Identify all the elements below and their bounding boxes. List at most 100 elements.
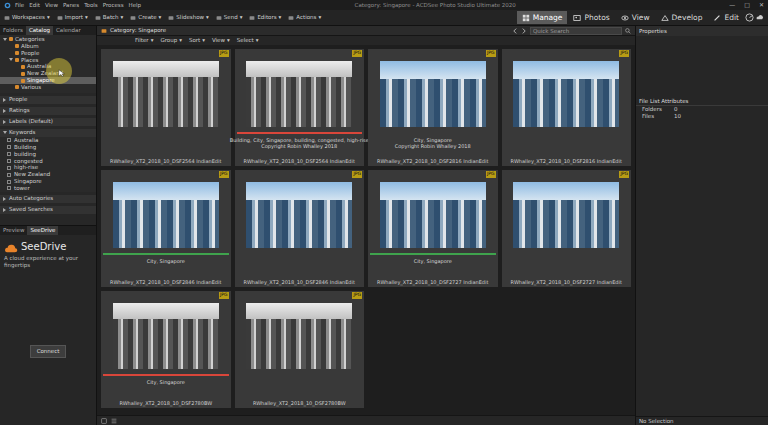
- tree-label: Categories: [15, 36, 45, 43]
- toolbar-button[interactable]: Import▾: [57, 14, 88, 21]
- browser-status-bar: [97, 415, 635, 425]
- filter-button[interactable]: Filter▾: [135, 37, 153, 44]
- close-button[interactable]: ✕: [759, 1, 764, 9]
- menu-item[interactable]: View: [45, 2, 58, 9]
- filter-button[interactable]: Select▾: [237, 37, 259, 44]
- keyword-checkbox[interactable]: [7, 186, 11, 190]
- tree-item[interactable]: Places: [0, 57, 96, 64]
- keyword-checkbox[interactable]: [7, 159, 11, 163]
- tree-item[interactable]: People: [0, 50, 96, 57]
- menu-item[interactable]: Process: [103, 2, 124, 9]
- expander[interactable]: [2, 130, 7, 135]
- thumbnail[interactable]: JPGCity, SingaporeCopyright Robin Whalle…: [368, 49, 498, 166]
- tree-item[interactable]: New Zealand: [0, 70, 96, 77]
- thumbnail[interactable]: JPGRWhalley_XT2_2018_10_DSF2816 IndianEd…: [502, 49, 632, 166]
- thumbnail[interactable]: JPGCity, SingaporeRWhalley_XT2_2018_10_D…: [101, 291, 231, 408]
- file-name: RWhalley_XT2_2018_10_DSF2846 IndianEdit: [110, 279, 221, 285]
- toolbar-button[interactable]: Slideshow▾: [168, 14, 208, 21]
- expander[interactable]: [2, 119, 7, 124]
- section-header[interactable]: Saved Searches: [0, 206, 96, 214]
- menu-item[interactable]: Help: [129, 2, 142, 9]
- expander[interactable]: [2, 196, 7, 201]
- tree-item[interactable]: Australia: [0, 63, 96, 70]
- expander[interactable]: [2, 108, 7, 113]
- keyword-item[interactable]: congested: [0, 158, 96, 165]
- mode-tab[interactable]: View: [616, 11, 655, 24]
- section-header[interactable]: Auto Categories: [0, 195, 96, 203]
- keyword-item[interactable]: Australia: [0, 137, 96, 144]
- menu-item[interactable]: Edit: [29, 2, 40, 9]
- thumbnail[interactable]: JPGCity, SingaporeRWhalley_XT2_2018_10_D…: [101, 170, 231, 287]
- toolbar-button[interactable]: Create▾: [130, 14, 161, 21]
- maximize-button[interactable]: □: [744, 1, 750, 9]
- keyword-item[interactable]: Building: [0, 144, 96, 151]
- menu-item[interactable]: Panes: [63, 2, 79, 9]
- file-type-badge: JPG: [352, 171, 362, 178]
- thumbnail[interactable]: JPGRWhalley_XT2_2018_10_DSF2780BW: [235, 291, 365, 408]
- toolbar-button[interactable]: Workspaces▾: [4, 14, 50, 21]
- file-name: RWhalley_XT2_2018_10_DSF2816 IndianEdit: [377, 158, 488, 164]
- tree-label: Various: [21, 84, 41, 91]
- keyword-checkbox[interactable]: [7, 152, 11, 156]
- keyword-checkbox[interactable]: [7, 138, 11, 142]
- section-header[interactable]: Labels (Default): [0, 118, 96, 126]
- pane-tab[interactable]: Catalog: [26, 26, 53, 35]
- expander[interactable]: [2, 207, 7, 212]
- expander[interactable]: [8, 57, 13, 62]
- keyword-item[interactable]: tower: [0, 185, 96, 192]
- section-header[interactable]: File List Attributes: [636, 98, 768, 106]
- toolbar-button[interactable]: Actions▾: [288, 14, 321, 21]
- tree-item[interactable]: Categories: [0, 36, 96, 43]
- pane-tab[interactable]: SeeDrive: [27, 226, 58, 235]
- quick-search-field[interactable]: [530, 27, 622, 35]
- filter-button[interactable]: Group▾: [160, 37, 182, 44]
- thumbnail[interactable]: JPGRWhalley_XT2_2018_10_DSF2846 IndianEd…: [235, 170, 365, 287]
- seedrive-panel: SeeDriveA cloud experience at your finge…: [0, 235, 96, 364]
- keyword-checkbox[interactable]: [7, 173, 11, 177]
- thumbnail[interactable]: JPGRWhalley_XT2_2018_10_DSF2727 IndianEd…: [502, 170, 632, 287]
- mode-tab[interactable]: Photos: [568, 11, 614, 24]
- section-header[interactable]: Keywords: [0, 129, 96, 137]
- tree-item[interactable]: Album: [0, 43, 96, 50]
- filter-button[interactable]: Sort▾: [189, 37, 205, 44]
- expander[interactable]: [14, 71, 19, 76]
- thumbnail[interactable]: JPGRWhalley_XT2_2018_10_DSF2564 IndianEd…: [101, 49, 231, 166]
- keyword-item[interactable]: high-rise: [0, 164, 96, 171]
- thumbnail-image-area: [370, 178, 496, 252]
- tree-item[interactable]: Singapore: [0, 77, 96, 84]
- expander[interactable]: [2, 97, 7, 102]
- expander[interactable]: [14, 64, 19, 69]
- menu-item[interactable]: Tools: [84, 2, 98, 9]
- keyword-checkbox[interactable]: [7, 180, 11, 184]
- expander[interactable]: [8, 85, 13, 90]
- mode-tab[interactable]: Manage: [517, 11, 568, 24]
- keyword-checkbox[interactable]: [7, 166, 11, 170]
- tree-label: Australia: [27, 63, 51, 70]
- menu-item[interactable]: File: [15, 2, 24, 9]
- expander[interactable]: [8, 51, 13, 56]
- connect-button[interactable]: Connect: [30, 345, 67, 358]
- thumbnail[interactable]: JPGBuilding, City, Singapore, building, …: [235, 49, 365, 166]
- keyword-checkbox[interactable]: [7, 145, 11, 149]
- filter-button[interactable]: View▾: [212, 37, 230, 44]
- pane-tab[interactable]: Calendar: [53, 26, 84, 35]
- thumbnail[interactable]: JPGCity, SingaporeRWhalley_XT2_2018_10_D…: [368, 170, 498, 287]
- keyword-item[interactable]: Singapore: [0, 178, 96, 185]
- mode-tab[interactable]: Edit: [708, 11, 744, 24]
- minimize-button[interactable]: —: [729, 1, 735, 9]
- keyword-item[interactable]: building: [0, 151, 96, 158]
- pane-tab[interactable]: Folders: [0, 26, 26, 35]
- section-title: People: [9, 96, 27, 103]
- tree-item[interactable]: Various: [0, 84, 96, 91]
- keyword-item[interactable]: New Zealand: [0, 171, 96, 178]
- toolbar-button[interactable]: Editors▾: [249, 14, 281, 21]
- pane-tab[interactable]: Preview: [0, 226, 27, 235]
- expander[interactable]: [8, 44, 13, 49]
- toolbar-button[interactable]: Batch▾: [95, 14, 124, 21]
- expander[interactable]: [14, 78, 19, 83]
- section-header[interactable]: People: [0, 96, 96, 104]
- mode-tab[interactable]: Develop: [656, 11, 708, 24]
- toolbar-button[interactable]: Send▾: [216, 14, 243, 21]
- section-header[interactable]: Ratings: [0, 107, 96, 115]
- expander[interactable]: [2, 37, 7, 42]
